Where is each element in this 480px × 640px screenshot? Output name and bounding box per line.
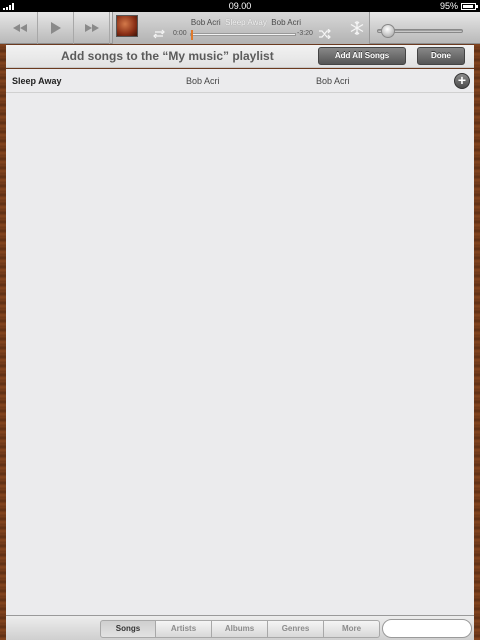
plus-icon: + [457, 72, 467, 88]
add-all-songs-button[interactable]: Add All Songs [318, 47, 406, 65]
rewind-button[interactable] [2, 12, 38, 44]
scrubber-playhead[interactable] [191, 30, 193, 40]
playlist-header: Add songs to the “My music” playlist Add… [6, 45, 474, 68]
tab-genres[interactable]: Genres [268, 620, 324, 638]
player-toolbar: Bob Acri Sleep Away Bob Acri 0:00 -3:20 [0, 12, 480, 44]
fast-forward-icon [84, 24, 99, 32]
play-icon [50, 22, 61, 34]
repeat-icon[interactable] [153, 29, 165, 39]
clock: 09.00 [228, 1, 252, 11]
bottom-toolbar: Songs Artists Albums Genres More [6, 615, 474, 640]
tab-albums[interactable]: Albums [212, 620, 268, 638]
album-art[interactable] [116, 15, 138, 37]
shuffle-icon[interactable] [319, 29, 331, 39]
scrubber-bar[interactable] [190, 30, 296, 40]
tab-songs[interactable]: Songs [100, 620, 156, 638]
tab-artists[interactable]: Artists [156, 620, 212, 638]
song-album: Bob Acri [316, 76, 350, 86]
track-album: Bob Acri [271, 18, 302, 27]
volume-knob[interactable] [381, 24, 395, 38]
rewind-icon [12, 24, 27, 32]
song-artist: Bob Acri [186, 76, 220, 86]
now-playing-panel: Bob Acri Sleep Away Bob Acri 0:00 -3:20 [112, 12, 370, 44]
tab-more[interactable]: More [324, 620, 380, 638]
track-title: Sleep Away [225, 18, 267, 27]
fast-forward-button[interactable] [74, 12, 110, 44]
track-artist: Bob Acri [190, 18, 221, 27]
song-title: Sleep Away [12, 76, 62, 86]
play-button[interactable] [38, 12, 74, 44]
battery-icon [461, 3, 478, 10]
track-info: Bob Acri Sleep Away Bob Acri [143, 18, 349, 27]
genius-icon[interactable] [349, 20, 365, 36]
status-bar: 09.00 95% [0, 0, 480, 12]
elapsed-time: 0:00 [173, 30, 187, 37]
page-title: Add songs to the “My music” playlist [61, 49, 274, 63]
add-song-button[interactable]: + [454, 73, 470, 89]
done-button[interactable]: Done [417, 47, 465, 65]
remaining-time: -3:20 [297, 30, 313, 37]
list-item[interactable]: Sleep Away Bob Acri Bob Acri + [6, 69, 474, 93]
song-list: Sleep Away Bob Acri Bob Acri + [6, 69, 474, 615]
search-input[interactable] [382, 619, 472, 638]
battery-percent: 95% [439, 1, 458, 11]
browse-segmented-control: Songs Artists Albums Genres More [100, 620, 380, 638]
wood-frame-right [474, 12, 480, 640]
